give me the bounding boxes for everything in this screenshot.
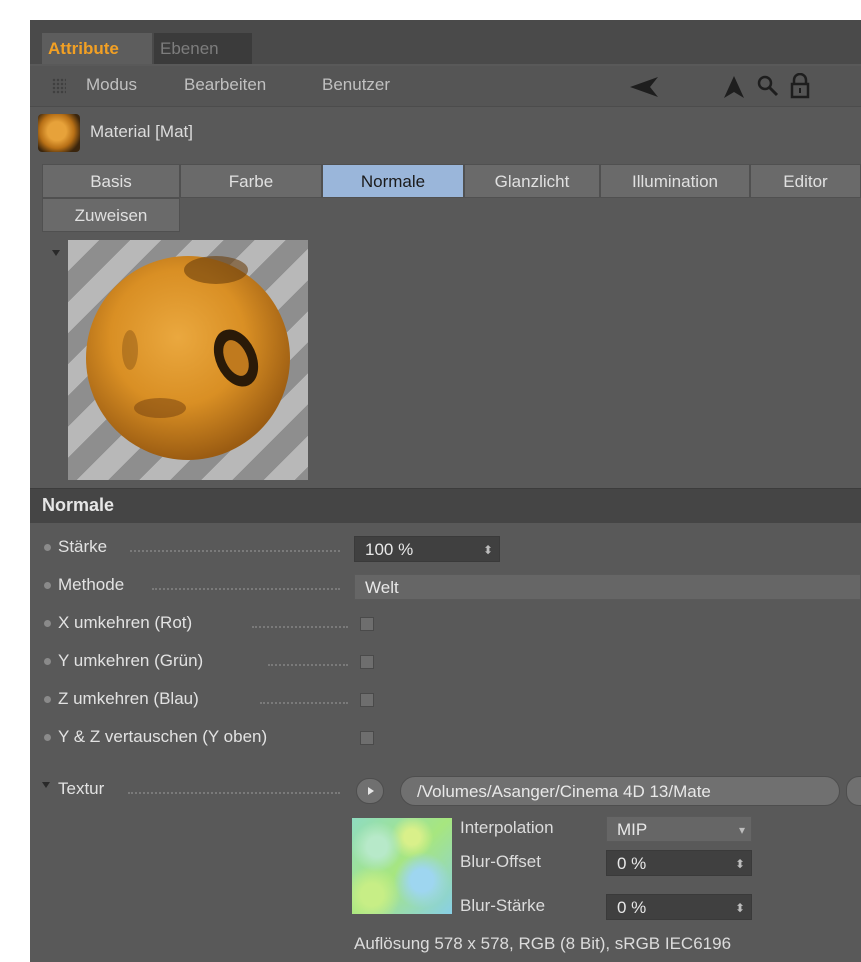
animate-dot-icon[interactable] (44, 620, 51, 627)
param-row-textur: Textur /Volumes/Asanger/Cinema 4D 13/Mat… (30, 772, 861, 812)
interpolation-label: Interpolation (460, 818, 554, 837)
animate-dot-icon[interactable] (44, 544, 51, 551)
dotted-leader (268, 664, 348, 666)
material-header: Material [Mat] (30, 108, 861, 156)
param-label: Textur (58, 779, 105, 798)
param-label: Stärke (58, 537, 108, 556)
animate-dot-icon[interactable] (44, 582, 51, 589)
lock-icon[interactable] (790, 72, 810, 104)
grip-handle-icon[interactable] (52, 78, 66, 94)
texture-browse-button[interactable] (846, 776, 861, 806)
menu-bearbeiten[interactable]: Bearbeiten (184, 75, 266, 95)
tab-basis[interactable]: Basis (42, 164, 180, 198)
blur-staerke-label: Blur-Stärke (460, 896, 546, 915)
param-row-methode: Methode Welt (30, 568, 861, 606)
menu-bar: Modus Bearbeiten Benutzer (30, 66, 861, 107)
texture-info-text: Auflösung 578 x 578, RGB (8 Bit), sRGB I… (354, 934, 732, 953)
z-umkehren-checkbox[interactable] (360, 693, 374, 707)
tab-illumination[interactable]: Illumination (600, 164, 750, 198)
tab-attribute[interactable]: Attribute (42, 33, 152, 64)
param-row-staerke: Stärke 100 % ⬍ (30, 530, 861, 568)
param-row-y-umkehren: Y umkehren (Grün) (30, 644, 861, 682)
param-label: Methode (58, 575, 125, 594)
back-arrow-icon[interactable] (630, 77, 658, 102)
param-row-yz-vertauschen: Y & Z vertauschen (Y oben) (30, 720, 861, 758)
yz-vertauschen-checkbox[interactable] (360, 731, 374, 745)
tab-normale[interactable]: Normale (322, 164, 464, 198)
y-umkehren-checkbox[interactable] (360, 655, 374, 669)
param-label: Z umkehren (Blau) (58, 689, 199, 708)
param-row-z-umkehren: Z umkehren (Blau) (30, 682, 861, 720)
blur-offset-input[interactable]: 0 % ⬍ (606, 850, 752, 876)
material-thumbnail (38, 114, 80, 152)
animate-dot-icon[interactable] (44, 658, 51, 665)
collapse-preview-icon[interactable] (52, 250, 60, 256)
tab-ebenen[interactable]: Ebenen (154, 33, 252, 64)
x-umkehren-checkbox[interactable] (360, 617, 374, 631)
texture-path-field[interactable]: /Volumes/Asanger/Cinema 4D 13/Mate (400, 776, 840, 806)
stepper-icon[interactable]: ⬍ (735, 851, 745, 877)
animate-dot-icon[interactable] (44, 734, 51, 741)
material-preview (68, 240, 308, 480)
param-label: Y umkehren (Grün) (58, 651, 204, 670)
dotted-leader (260, 702, 348, 704)
animate-dot-icon[interactable] (44, 696, 51, 703)
tab-farbe[interactable]: Farbe (180, 164, 322, 198)
interpolation-dropdown[interactable]: MIP ▾ (606, 816, 752, 842)
blur-staerke-value: 0 % (617, 898, 647, 917)
dotted-leader (128, 792, 340, 794)
tab-editor[interactable]: Editor (750, 164, 861, 198)
stepper-icon[interactable]: ⬍ (735, 895, 745, 921)
methode-value: Welt (365, 578, 399, 597)
dotted-leader (252, 626, 348, 628)
staerke-input[interactable]: 100 % ⬍ (354, 536, 500, 562)
blur-offset-label: Blur-Offset (460, 852, 541, 871)
play-triangle-icon (368, 787, 374, 795)
interpolation-value: MIP (617, 820, 648, 839)
attribute-manager-panel: Attribute Ebenen Modus Bearbeiten Benutz… (30, 20, 861, 962)
param-label: X umkehren (Rot) (58, 613, 193, 632)
texture-options-button[interactable] (356, 778, 384, 804)
material-title: Material [Mat] (90, 122, 193, 141)
menu-modus[interactable]: Modus (86, 75, 137, 95)
manager-tab-strip: Attribute Ebenen (30, 20, 861, 64)
cursor-arrow-icon[interactable] (724, 76, 744, 103)
dotted-leader (130, 550, 340, 552)
tab-glanzlicht[interactable]: Glanzlicht (464, 164, 600, 198)
search-icon[interactable] (756, 74, 780, 103)
expand-textur-icon[interactable] (42, 782, 50, 788)
blur-offset-value: 0 % (617, 854, 647, 873)
section-title: Normale (42, 495, 115, 515)
tab-zuweisen[interactable]: Zuweisen (42, 198, 180, 232)
dropdown-arrow-icon: ▾ (738, 823, 745, 837)
param-label: Y & Z vertauschen (Y oben) (58, 727, 268, 746)
staerke-value: 100 % (365, 540, 414, 559)
methode-dropdown[interactable]: Welt (354, 574, 861, 600)
section-header: Normale (30, 488, 861, 523)
texture-thumbnail (352, 818, 452, 914)
menu-benutzer[interactable]: Benutzer (322, 75, 390, 95)
blur-staerke-input[interactable]: 0 % ⬍ (606, 894, 752, 920)
stepper-icon[interactable]: ⬍ (483, 537, 493, 563)
param-row-x-umkehren: X umkehren (Rot) (30, 606, 861, 644)
dotted-leader (152, 588, 340, 590)
